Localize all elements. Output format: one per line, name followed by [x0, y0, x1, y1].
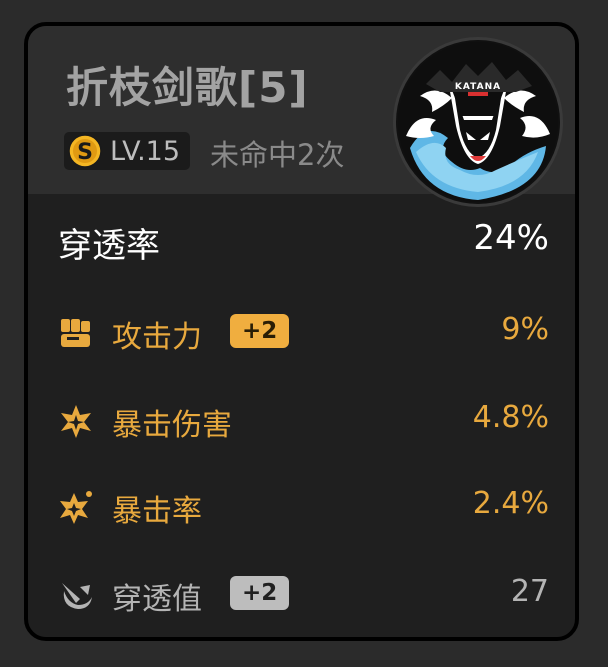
sub-stat-row: 暴击率 2.4%: [58, 486, 549, 529]
drive-disc-card: 折枝剑歌[5] S LV.15 未命中2次 KATANA 穿透率 24% 攻击力…: [24, 22, 579, 641]
disc-brand-label: KATANA: [454, 82, 502, 92]
svg-text:S: S: [77, 140, 93, 165]
s-rank-icon: S: [68, 134, 102, 168]
katana-disc-art-icon: [398, 42, 558, 202]
miss-count-text: 未命中2次: [210, 138, 345, 172]
sub-stat-label: 攻击力: [112, 320, 202, 355]
sub-stat-value: 9%: [501, 312, 549, 347]
sub-stat-label: 暴击伤害: [112, 408, 232, 443]
sub-stat-value: 2.4%: [472, 486, 549, 521]
level-badge: S LV.15: [64, 132, 191, 170]
upgrade-badge: +2: [230, 576, 290, 610]
sub-stat-row: 暴击伤害 4.8%: [58, 400, 549, 443]
sub-stat-label: 穿透值: [112, 582, 202, 617]
disc-title: 折枝剑歌[5]: [66, 63, 309, 112]
sub-stat-value: 4.8%: [472, 400, 549, 435]
sub-stat-label: 暴击率: [112, 494, 202, 529]
pierce-icon: [62, 583, 92, 609]
fist-icon: [61, 319, 90, 347]
disc-image: KATANA: [396, 40, 560, 204]
crit-rate-icon: [60, 491, 92, 524]
card-header: 折枝剑歌[5] S LV.15 未命中2次 KATANA: [28, 26, 575, 204]
upgrade-badge: +2: [230, 314, 290, 348]
main-stat-row: 穿透率 24%: [58, 218, 549, 266]
crit-damage-icon: [61, 405, 91, 438]
sub-stat-row: 攻击力 +2 9%: [58, 312, 549, 355]
main-stat-value: 24%: [473, 218, 549, 258]
sub-stat-row: 穿透值 +2 27: [58, 574, 549, 617]
sub-stat-value: 27: [510, 574, 549, 609]
level-text: LV.15: [110, 135, 181, 167]
main-stat-label: 穿透率: [58, 226, 160, 266]
